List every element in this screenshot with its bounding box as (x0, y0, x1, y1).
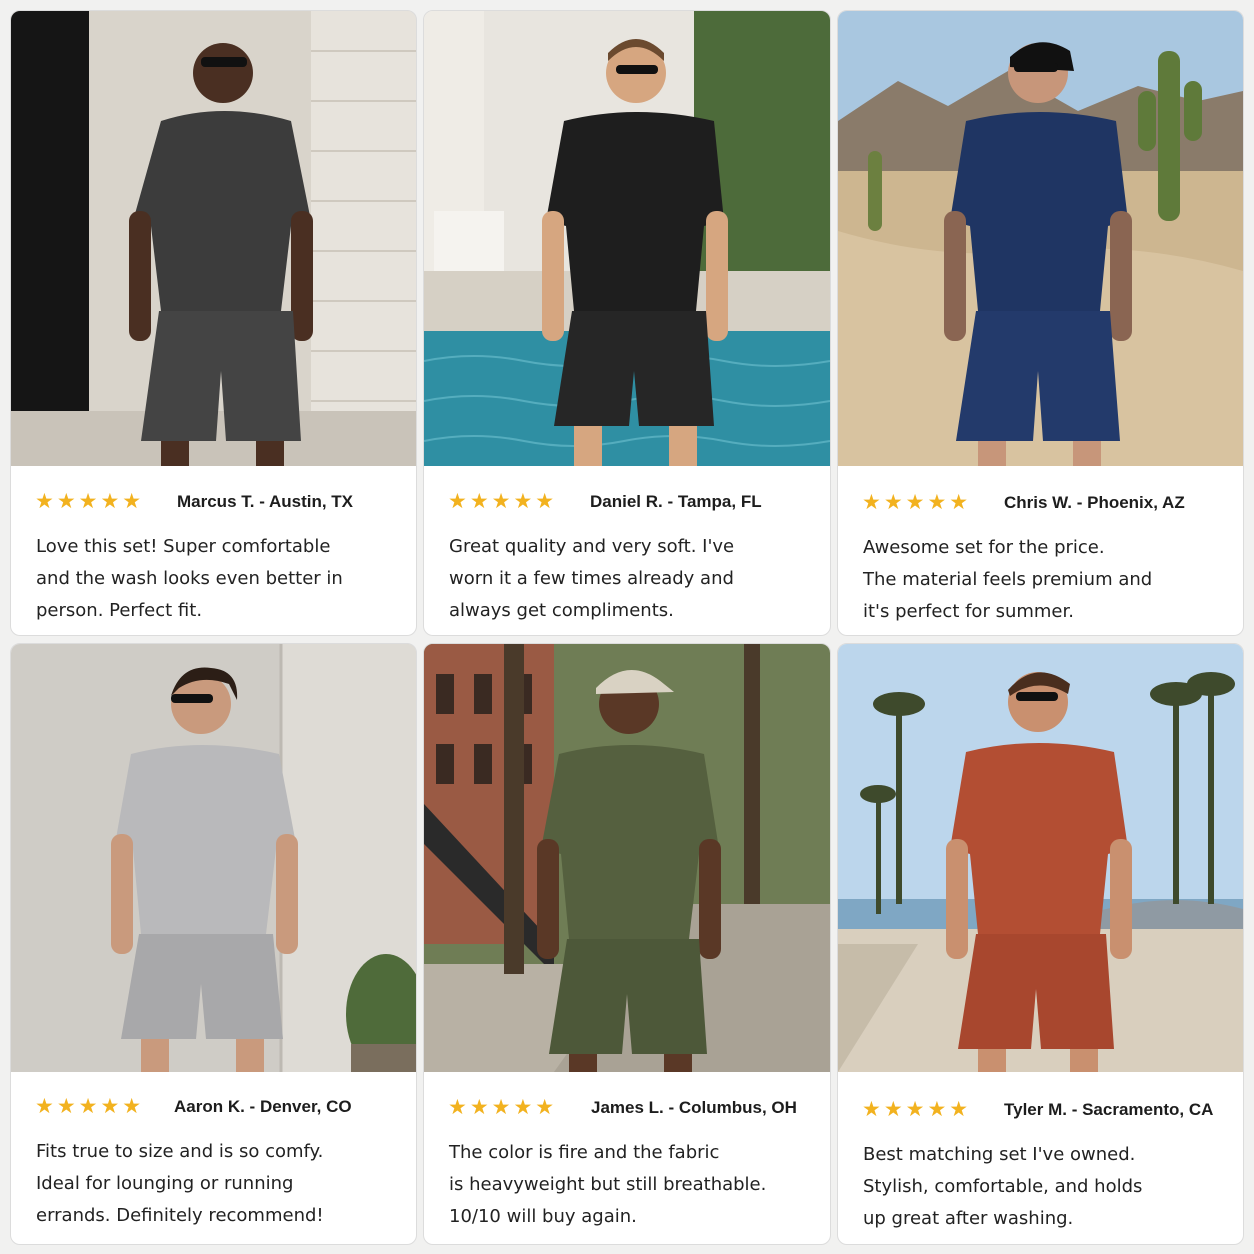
star-rating: ★★★★★ (35, 1094, 145, 1118)
reviewer-name: Aaron K. - Denver, CO (174, 1097, 352, 1116)
star-rating: ★★★★★ (862, 1097, 972, 1121)
review-line: is heavyweight but still breathable. (449, 1174, 767, 1195)
reviewer-name: Tyler M. - Sacramento, CA (1004, 1100, 1214, 1119)
star-rating: ★★★★★ (448, 489, 558, 513)
review-text: Great quality and very soft. I've worn i… (449, 531, 809, 627)
reviewer-name: Marcus T. - Austin, TX (177, 492, 354, 511)
review-card-1: ★★★★★ Marcus T. - Austin, TX Love this s… (10, 10, 417, 636)
review-card-2: ★★★★★ Daniel R. - Tampa, FL Great qualit… (423, 10, 831, 636)
review-text: Best matching set I've owned. Stylish, c… (863, 1139, 1223, 1235)
review-photo[interactable] (11, 644, 416, 1072)
reviewer-name: Daniel R. - Tampa, FL (590, 492, 762, 511)
star-rating: ★★★★★ (862, 490, 972, 514)
review-line: always get compliments. (449, 600, 674, 621)
reviewer-name: Chris W. - Phoenix, AZ (1004, 493, 1185, 512)
review-photo[interactable] (424, 644, 830, 1072)
review-line: Great quality and very soft. I've (449, 536, 735, 557)
review-line: Love this set! Super comfortable (36, 536, 331, 557)
star-rating: ★★★★★ (448, 1095, 558, 1119)
review-text: Awesome set for the price. The material … (863, 532, 1223, 628)
review-line: Best matching set I've owned. (863, 1144, 1136, 1165)
review-card-4: ★★★★★ Aaron K. - Denver, CO Fits true to… (10, 643, 417, 1245)
review-photo[interactable] (424, 11, 830, 466)
review-photo[interactable] (838, 644, 1243, 1072)
review-line: The color is fire and the fabric (449, 1142, 720, 1163)
review-line: person. Perfect fit. (36, 600, 203, 621)
review-line: 10/10 will buy again. (449, 1206, 637, 1227)
review-line: The material feels premium and (863, 569, 1153, 590)
review-card-5: ★★★★★ James L. - Columbus, OH The color … (423, 643, 831, 1245)
review-text: Love this set! Super comfortable and the… (36, 531, 396, 627)
review-line: errands. Definitely recommend! (36, 1205, 324, 1226)
review-text: The color is fire and the fabric is heav… (449, 1137, 809, 1233)
review-line: it's perfect for summer. (863, 601, 1074, 622)
review-line: Ideal for lounging or running (36, 1173, 294, 1194)
review-line: and the wash looks even better in (36, 568, 343, 589)
review-line: Fits true to size and is so comfy. (36, 1141, 324, 1162)
review-line: Stylish, comfortable, and holds (863, 1176, 1143, 1197)
review-line: up great after washing. (863, 1208, 1074, 1229)
review-line: Awesome set for the price. (863, 537, 1105, 558)
review-card-3: ★★★★★ Chris W. - Phoenix, AZ Awesome set… (837, 10, 1244, 636)
review-photo[interactable] (11, 11, 416, 466)
review-line: worn it a few times already and (449, 568, 734, 589)
star-rating: ★★★★★ (35, 489, 145, 513)
review-card-6: ★★★★★ Tyler M. - Sacramento, CA Best mat… (837, 643, 1244, 1245)
reviewer-name: James L. - Columbus, OH (591, 1098, 797, 1117)
review-photo[interactable] (838, 11, 1243, 466)
review-text: Fits true to size and is so comfy. Ideal… (36, 1136, 396, 1232)
